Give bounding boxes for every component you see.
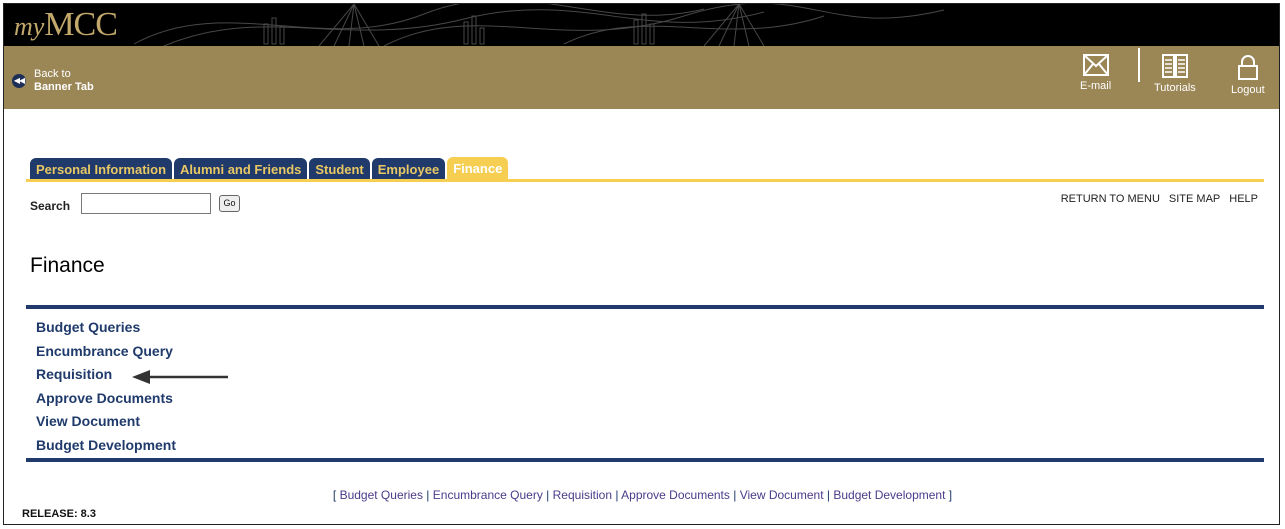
back-line1: Back to (34, 68, 71, 80)
footer-link-requisition[interactable]: Requisition (553, 488, 612, 502)
search-input[interactable] (81, 193, 211, 214)
email-button[interactable]: E-mail (1080, 54, 1111, 92)
finance-menu: Budget Queries Encumbrance Query Requisi… (36, 316, 176, 458)
footer-link-approve-documents[interactable]: Approve Documents (621, 488, 730, 502)
back-line2: Banner Tab (34, 81, 94, 93)
tutorials-button[interactable]: Tutorials (1154, 54, 1196, 94)
footer-link-encumbrance-query[interactable]: Encumbrance Query (433, 488, 543, 502)
footer-separator: | (615, 488, 619, 502)
back-link-text: Back to Banner Tab (34, 68, 94, 94)
email-label: E-mail (1080, 80, 1112, 92)
menu-item-encumbrance-query[interactable]: Encumbrance Query (36, 340, 176, 364)
footer-separator: | (546, 488, 550, 502)
padlock-icon (1237, 55, 1258, 80)
footer-separator: | (733, 488, 737, 502)
footer-bracket-open: [ (332, 488, 337, 502)
logo-mcc: MCC (44, 6, 118, 43)
tab-employee[interactable]: Employee (371, 158, 446, 180)
logo-my: my (14, 12, 45, 41)
page-title: Finance (30, 254, 105, 277)
footer-separator: | (426, 488, 430, 502)
logout-label: Logout (1231, 84, 1265, 96)
search-label: Search (30, 199, 71, 213)
return-to-menu-link[interactable]: RETURN TO MENU (1061, 193, 1160, 205)
footer-link-budget-queries[interactable]: Budget Queries (340, 488, 423, 502)
page-frame: myMCC ◀◀ Back to Banner Tab E-mail Tutor… (3, 3, 1280, 525)
menu-item-budget-development[interactable]: Budget Development (36, 434, 176, 458)
arrow-left-icon (132, 370, 228, 384)
site-map-link[interactable]: SITE MAP (1169, 193, 1220, 205)
toolbar: ◀◀ Back to Banner Tab E-mail Tutorials L… (4, 46, 1279, 109)
tab-underline (26, 179, 1264, 182)
utility-links: RETURN TO MENU SITE MAP HELP (1061, 193, 1258, 205)
book-icon (1161, 54, 1188, 78)
top-divider (26, 305, 1264, 309)
rewind-icon: ◀◀ (12, 74, 26, 88)
envelope-icon (1082, 54, 1109, 76)
toolbar-separator (1138, 48, 1140, 82)
tab-student[interactable]: Student (309, 158, 370, 180)
footer-link-budget-development[interactable]: Budget Development (833, 488, 945, 502)
footer-bracket-close: ] (948, 488, 953, 502)
tab-personal-information[interactable]: Personal Information (30, 158, 173, 180)
footer-separator: | (826, 488, 830, 502)
logout-button[interactable]: Logout (1231, 54, 1265, 96)
menu-item-approve-documents[interactable]: Approve Documents (36, 387, 176, 411)
footer-link-view-document[interactable]: View Document (740, 488, 824, 502)
banner-decoration (133, 4, 945, 46)
tab-bar: Personal Information Alumni and Friends … (30, 156, 510, 180)
bottom-divider (26, 458, 1264, 462)
menu-item-budget-queries[interactable]: Budget Queries (36, 316, 176, 340)
go-button[interactable]: Go (219, 195, 240, 212)
tab-finance[interactable]: Finance (447, 157, 509, 180)
tab-alumni-and-friends[interactable]: Alumni and Friends (174, 158, 308, 180)
menu-item-view-document[interactable]: View Document (36, 410, 176, 434)
help-link[interactable]: HELP (1229, 193, 1258, 205)
footer-links: [ Budget Queries | Encumbrance Query | R… (4, 488, 1279, 502)
release-version: RELEASE: 8.3 (22, 508, 96, 520)
logo: myMCC (14, 6, 118, 44)
back-to-banner-tab-link[interactable]: ◀◀ Back to Banner Tab (12, 68, 94, 94)
header-banner: myMCC (4, 4, 1279, 46)
tutorials-label: Tutorials (1154, 82, 1196, 94)
